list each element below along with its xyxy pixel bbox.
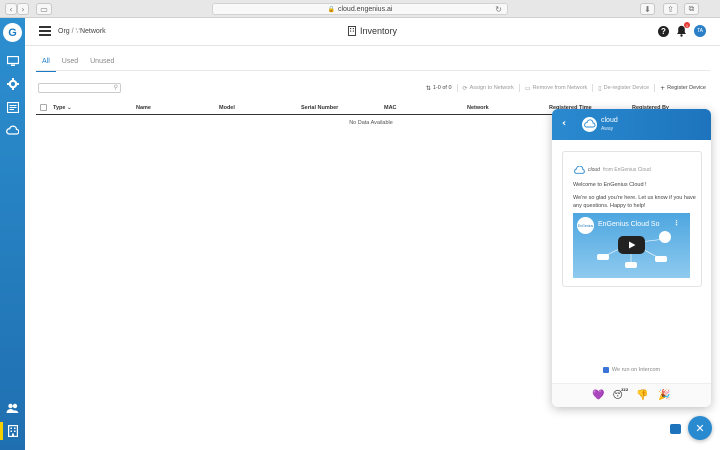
intercom-icon	[602, 367, 609, 373]
building-icon	[348, 26, 356, 36]
building-icon[interactable]	[0, 422, 25, 440]
back-chevron-icon[interactable]: ‹	[562, 118, 566, 129]
welcome-text: Welcome to EnGenius Cloud !	[573, 182, 647, 188]
select-all-checkbox[interactable]	[40, 104, 47, 111]
reload-icon[interactable]: ↻	[495, 5, 502, 14]
search-icon: ⚲	[113, 84, 118, 91]
sender-source: from EnGenius Cloud	[602, 167, 651, 173]
reaction-thumbs-down-icon[interactable]: 👎	[636, 389, 650, 403]
deregister-icon: ▯	[598, 84, 602, 92]
sidebar-toggle-icon[interactable]: ▭	[36, 3, 52, 15]
download-icon[interactable]: ⬇	[640, 3, 655, 15]
close-icon: ✕	[695, 421, 705, 435]
sidebar: G	[0, 18, 25, 450]
assign-icon: ⟳	[462, 84, 468, 92]
sort-pagination[interactable]: ⇅ 1-0 of 0	[426, 85, 452, 92]
reaction-sleepy-icon[interactable]: 😴	[612, 389, 628, 403]
column-type-label: Type	[53, 105, 66, 111]
forward-icon[interactable]: ›	[17, 3, 29, 15]
address-bar[interactable]: 🔒 cloud.engenius.ai ↻	[212, 3, 508, 15]
breadcrumb-network[interactable]: Network	[80, 28, 106, 35]
page-title: Inventory	[348, 26, 397, 36]
column-name[interactable]: Name	[136, 105, 151, 111]
messenger-name: cloud	[601, 117, 618, 124]
pagination-text: 1-0 of 0	[432, 85, 452, 91]
remove-icon: ▭	[524, 84, 531, 92]
plus-icon: +	[660, 84, 666, 92]
reaction-party-icon[interactable]: 🎉	[658, 389, 672, 403]
help-icon[interactable]: ?	[658, 25, 669, 37]
page-title-text: Inventory	[360, 26, 398, 36]
register-device-button[interactable]: + Register Device	[660, 85, 706, 92]
lock-icon: 🔒	[327, 5, 335, 13]
search-input[interactable]: ⚲	[38, 83, 121, 93]
url-text: cloud.engenius.ai	[337, 5, 393, 13]
sender-name: cloud	[588, 167, 600, 173]
gear-icon[interactable]	[0, 75, 25, 93]
report-icon[interactable]	[0, 98, 25, 116]
notification-badge: 1	[684, 22, 690, 28]
back-icon[interactable]: ‹	[5, 3, 17, 15]
chat-launcher-icon[interactable]	[670, 424, 681, 434]
table-toolbar: ⇅ 1-0 of 0 ⟳ Assign to Network ▭ Remove fro…	[426, 84, 706, 92]
play-button[interactable]	[618, 236, 645, 254]
notification-bell-icon[interactable]: 1	[676, 22, 690, 37]
message-body: We're so glad you're here. Let us know i…	[573, 195, 696, 209]
header-actions: ? 1 TA	[658, 22, 706, 37]
message-sender: cloud from EnGenius Cloud	[573, 166, 651, 174]
cloud-icon	[574, 166, 585, 174]
messenger-panel: ‹ cloud Away cloud from EnGenius Cloud We…	[552, 109, 711, 407]
close-messenger-button[interactable]: ✕	[688, 416, 712, 440]
column-model[interactable]: Model	[219, 105, 235, 111]
toolbar-separator	[456, 84, 458, 92]
sort-down-icon: ⌄	[66, 105, 72, 111]
column-mac[interactable]: MAC	[384, 105, 397, 111]
column-type[interactable]: Type ⌄	[53, 105, 72, 111]
engenius-logo[interactable]: G	[3, 23, 22, 42]
assign-to-network-button[interactable]: ⟳ Assign to Network	[463, 85, 514, 92]
toolbar-separator	[592, 84, 594, 92]
remove-from-network-button[interactable]: ▭ Remove from Network	[525, 85, 587, 92]
browser-toolbar: ‹ › ▭ 🔒 cloud.engenius.ai ↻ ⬇ ⇪ ⧉	[0, 0, 720, 18]
reaction-heart-icon[interactable]: 💜	[592, 389, 606, 403]
assign-label: Assign to Network	[469, 85, 514, 91]
remove-label: Remove from Network	[532, 85, 588, 91]
avatar[interactable]: TA	[694, 25, 706, 37]
column-serial-number[interactable]: Serial Number	[301, 105, 338, 111]
messenger-header: ‹ cloud Away	[552, 109, 711, 140]
page-header: Org / ∵Network Inventory ? 1 TA	[25, 18, 720, 46]
deregister-label: De-register Device	[603, 85, 650, 91]
toolbar-separator	[654, 84, 656, 92]
register-label: Register Device	[667, 85, 706, 91]
cloud-icon[interactable]	[0, 121, 25, 139]
menu-icon[interactable]	[39, 26, 51, 36]
monitor-icon[interactable]	[0, 52, 25, 70]
message-card: cloud from EnGenius Cloud Welcome to EnGe…	[562, 151, 702, 287]
video-thumbnail[interactable]: EnGenius EnGenius Cloud So ⋮	[573, 213, 690, 278]
messenger-status: Away	[601, 126, 614, 132]
deregister-device-button[interactable]: ▯ De-register Device	[598, 85, 649, 92]
column-network[interactable]: Network	[467, 105, 489, 111]
sort-icon: ⇅	[425, 84, 431, 92]
breadcrumb-org[interactable]: Org	[58, 28, 70, 35]
breadcrumb: Org / ∵Network	[58, 27, 106, 35]
reaction-bar: 💜 😴 👎 🎉	[552, 383, 711, 407]
tabs-overview-icon[interactable]: ⧉	[684, 3, 699, 15]
users-icon[interactable]	[0, 399, 25, 417]
tabs-divider	[36, 70, 710, 71]
toolbar-separator	[518, 84, 520, 92]
messenger-avatar	[582, 117, 597, 132]
intercom-footer-text: We run on Intercom	[611, 367, 661, 373]
intercom-footer[interactable]: We run on Intercom	[552, 367, 711, 373]
share-icon[interactable]: ⇪	[663, 3, 678, 15]
